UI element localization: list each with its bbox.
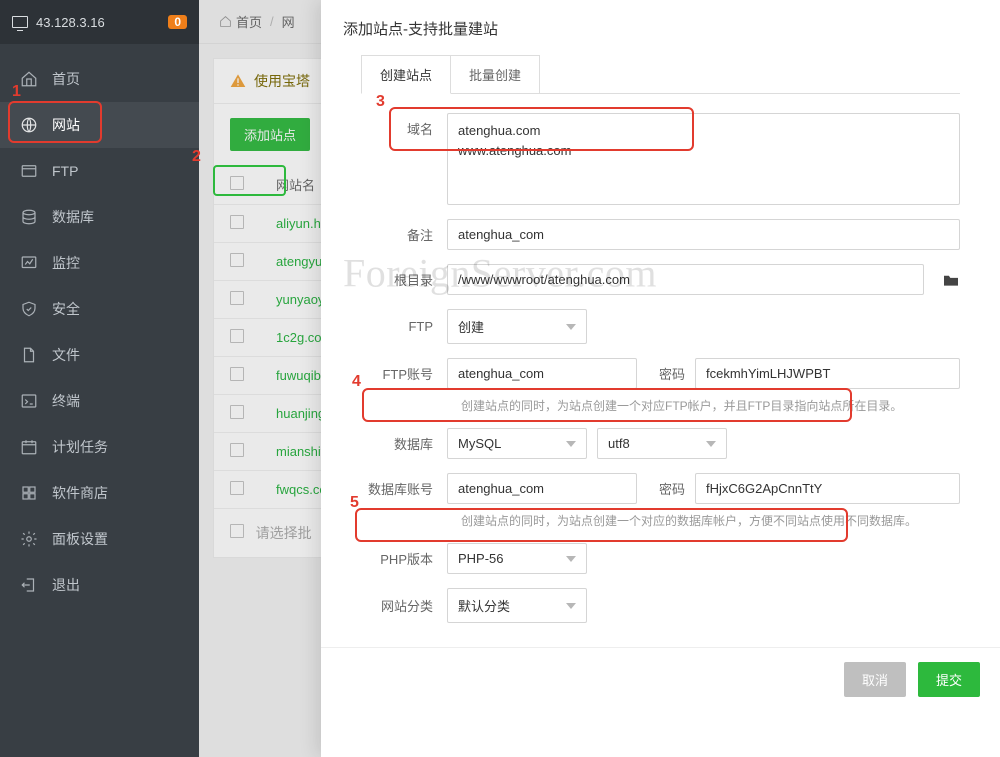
label-db: 数据库 <box>361 434 447 453</box>
sidebar-item-ftp[interactable]: FTP <box>0 148 199 194</box>
sidebar-item-label: 软件商店 <box>52 483 108 503</box>
php-select[interactable]: PHP-56 <box>447 543 587 574</box>
db-hint: 创建站点的同时，为站点创建一个对应的数据库帐户，方便不同站点使用不同数据库。 <box>461 512 960 529</box>
monitor-icon <box>20 254 38 272</box>
ftp-select-value: 创建 <box>458 317 484 336</box>
label-php: PHP版本 <box>361 549 447 568</box>
db-pass-input[interactable] <box>695 473 960 504</box>
root-input[interactable] <box>447 264 924 295</box>
sidebar-item-label: 安全 <box>52 299 80 319</box>
category-select-value: 默认分类 <box>458 596 510 615</box>
sidebar-item-label: 退出 <box>52 575 80 595</box>
sidebar-item-website[interactable]: 网站 <box>0 102 199 148</box>
sidebar: 43.128.3.16 0 首页 网站 FTP 数据库 监控 安全 <box>0 0 199 757</box>
db-charset-value: utf8 <box>608 436 630 451</box>
calendar-icon <box>20 438 38 456</box>
remark-input[interactable] <box>447 219 960 250</box>
chevron-down-icon <box>566 603 576 609</box>
submit-button[interactable]: 提交 <box>918 662 980 697</box>
db-user-input[interactable] <box>447 473 637 504</box>
sidebar-item-terminal[interactable]: 终端 <box>0 378 199 424</box>
sidebar-item-settings[interactable]: 面板设置 <box>0 516 199 562</box>
sidebar-item-label: FTP <box>52 163 78 179</box>
sidebar-item-logout[interactable]: 退出 <box>0 562 199 608</box>
label-ftp: FTP <box>361 319 447 334</box>
sidebar-item-appstore[interactable]: 软件商店 <box>0 470 199 516</box>
modal-tabs: 创建站点 批量创建 <box>321 55 1000 94</box>
db-engine-select[interactable]: MySQL <box>447 428 587 459</box>
globe-icon <box>20 116 38 134</box>
tab-create-single[interactable]: 创建站点 <box>361 55 451 94</box>
label-ftp-password: 密码 <box>647 364 685 383</box>
chevron-down-icon <box>566 441 576 447</box>
ftp-pass-input[interactable] <box>695 358 960 389</box>
label-remark: 备注 <box>361 225 447 244</box>
db-charset-select[interactable]: utf8 <box>597 428 727 459</box>
sidebar-topbar: 43.128.3.16 0 <box>0 0 199 44</box>
label-db-password: 密码 <box>647 479 685 498</box>
tab-create-batch[interactable]: 批量创建 <box>451 55 540 94</box>
chevron-down-icon <box>566 556 576 562</box>
sidebar-item-label: 数据库 <box>52 207 94 227</box>
label-domain: 域名 <box>361 113 447 138</box>
monitor-icon <box>12 16 28 28</box>
cancel-button[interactable]: 取消 <box>844 662 906 697</box>
ftp-select[interactable]: 创建 <box>447 309 587 344</box>
sidebar-item-label: 计划任务 <box>52 437 108 457</box>
sidebar-nav: 首页 网站 FTP 数据库 监控 安全 文件 终端 <box>0 44 199 608</box>
home-icon <box>20 70 38 88</box>
ftp-hint: 创建站点的同时，为站点创建一个对应FTP帐户，并且FTP目录指向站点所在目录。 <box>461 397 960 414</box>
sidebar-item-cron[interactable]: 计划任务 <box>0 424 199 470</box>
ftp-user-input[interactable] <box>447 358 637 389</box>
label-ftp-account: FTP账号 <box>361 364 447 383</box>
chevron-down-icon <box>706 441 716 447</box>
category-select[interactable]: 默认分类 <box>447 588 587 623</box>
logout-icon <box>20 576 38 594</box>
server-ip: 43.128.3.16 <box>36 15 105 30</box>
label-category: 网站分类 <box>361 596 447 615</box>
sidebar-item-files[interactable]: 文件 <box>0 332 199 378</box>
sidebar-item-security[interactable]: 安全 <box>0 286 199 332</box>
domain-textarea[interactable] <box>447 113 960 205</box>
sidebar-item-label: 面板设置 <box>52 529 108 549</box>
label-root: 根目录 <box>361 270 447 289</box>
label-db-account: 数据库账号 <box>361 479 447 498</box>
gear-icon <box>20 530 38 548</box>
shield-icon <box>20 300 38 318</box>
db-engine-value: MySQL <box>458 436 501 451</box>
modal-form: 域名 备注 根目录 FTP 创建 FTP账号 <box>321 95 1000 647</box>
folder-icon[interactable] <box>942 273 960 287</box>
sidebar-item-home[interactable]: 首页 <box>0 56 199 102</box>
sidebar-item-monitor[interactable]: 监控 <box>0 240 199 286</box>
ftp-icon <box>20 162 38 180</box>
add-site-modal: 添加站点-支持批量建站 创建站点 批量创建 域名 备注 根目录 FTP 创建 <box>321 0 1000 757</box>
sidebar-item-label: 监控 <box>52 253 80 273</box>
sidebar-item-label: 终端 <box>52 391 80 411</box>
file-icon <box>20 346 38 364</box>
chevron-down-icon <box>566 324 576 330</box>
terminal-icon <box>20 392 38 410</box>
sidebar-item-database[interactable]: 数据库 <box>0 194 199 240</box>
apps-icon <box>20 484 38 502</box>
sidebar-item-label: 网站 <box>52 115 80 135</box>
modal-footer: 取消 提交 <box>321 647 1000 711</box>
php-select-value: PHP-56 <box>458 551 504 566</box>
notification-badge[interactable]: 0 <box>168 15 187 29</box>
database-icon <box>20 208 38 226</box>
modal-title: 添加站点-支持批量建站 <box>321 0 1000 55</box>
sidebar-item-label: 文件 <box>52 345 80 365</box>
sidebar-item-label: 首页 <box>52 69 80 89</box>
